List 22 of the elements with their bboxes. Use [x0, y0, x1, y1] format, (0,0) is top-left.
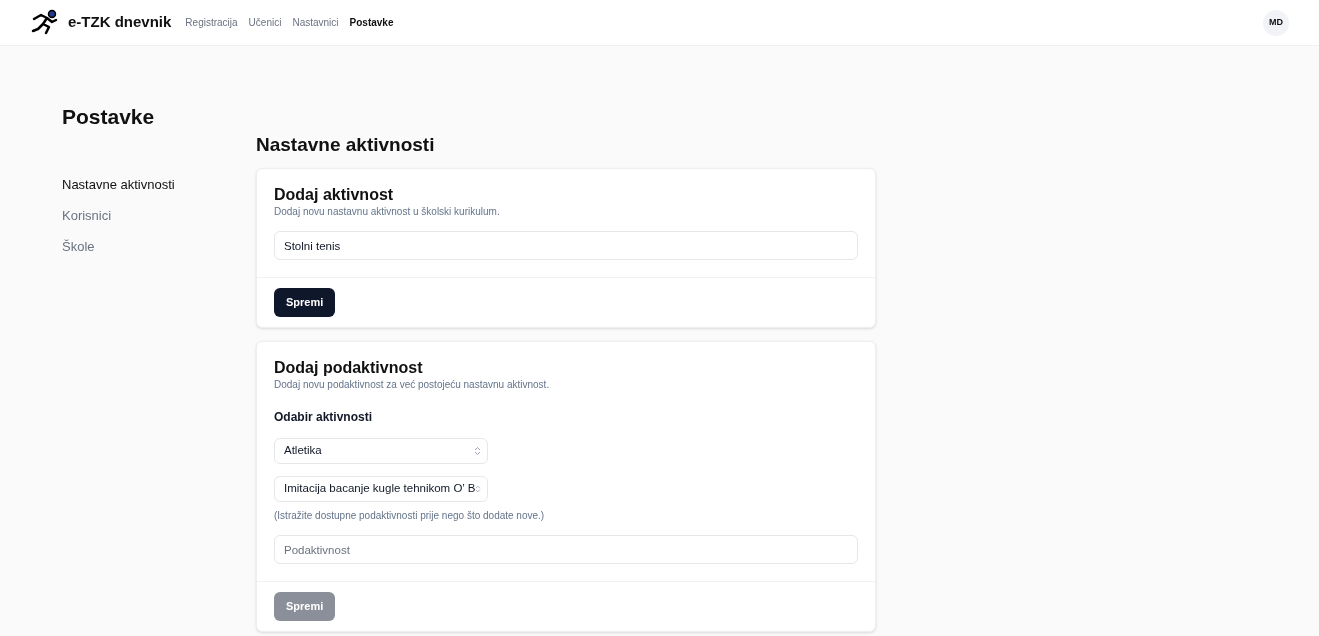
field-label: Odabir aktivnosti — [274, 409, 374, 426]
card-title: Dodaj aktivnost — [274, 185, 395, 205]
sidebar-item[interactable]: Nastavne aktivnosti — [62, 175, 256, 195]
nav-link[interactable]: Registracija — [185, 15, 238, 30]
card-title: Dodaj podaktivnost — [274, 358, 424, 378]
text-field[interactable]: Podaktivnost — [274, 535, 858, 564]
page-title: Postavke — [62, 104, 156, 130]
sidebar-item[interactable]: Korisnici — [62, 206, 256, 226]
hint-text: (Istražite dostupne podaktivnosti prije nego što dodate nove.) — [274, 509, 546, 523]
select-field[interactable]: Atletika — [274, 438, 488, 464]
nav-link[interactable]: Postavke — [349, 15, 394, 30]
brand-name[interactable]: e-TZK dnevnik — [68, 11, 172, 34]
nav-link[interactable]: Učenici — [248, 15, 282, 30]
section-title: Nastavne aktivnosti — [256, 133, 436, 157]
card-description: Dodaj novu podaktivnost za već postojeću nastavnu aktivnost. — [274, 378, 551, 392]
sidebar-item[interactable]: Škole — [62, 237, 256, 257]
card-description: Dodaj novu nastavnu aktivnost u školski kurikulum. — [274, 205, 501, 219]
save-button[interactable]: Spremi — [274, 288, 336, 317]
avatar[interactable]: MD — [1263, 9, 1289, 36]
select-field[interactable]: Imitacija bacanje kugle tehnikom O’ B — [274, 476, 488, 502]
text-field[interactable]: Stolni tenis — [274, 231, 858, 260]
nav-link[interactable]: Nastavnici — [292, 15, 339, 30]
